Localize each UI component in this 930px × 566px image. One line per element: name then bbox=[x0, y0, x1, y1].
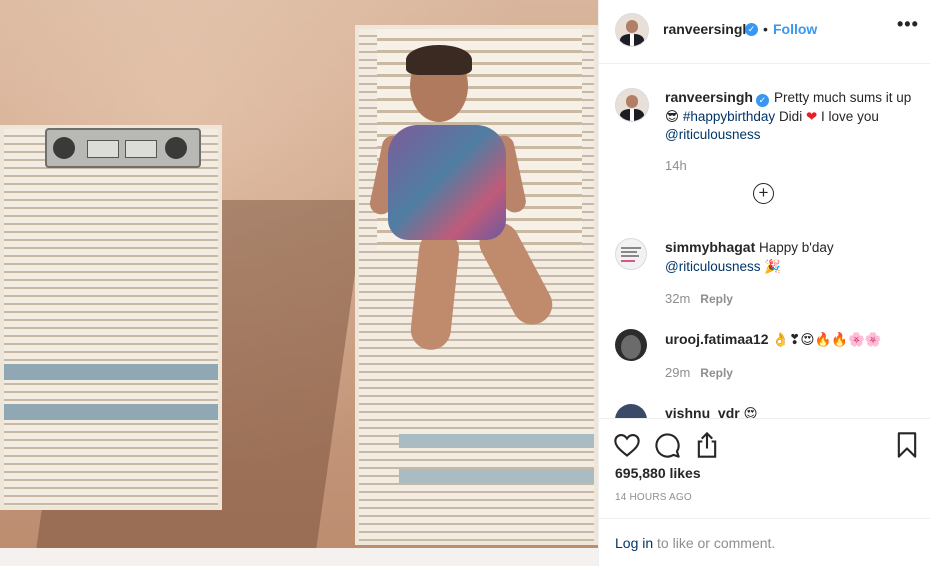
commenter-avatar[interactable] bbox=[615, 404, 647, 418]
avatar-shirt bbox=[630, 34, 634, 46]
comment-item: urooj.fatimaa12 👌❣😍🔥🔥🌸🌸 bbox=[665, 330, 915, 350]
likes-count[interactable]: 695,880 likes bbox=[615, 465, 701, 481]
save-bookmark-icon[interactable] bbox=[893, 431, 921, 459]
comment-item: vishnu_vdr 😍 bbox=[665, 404, 915, 418]
lounger-stripe bbox=[399, 434, 594, 448]
radio-cassette-player bbox=[45, 128, 201, 168]
comments-section[interactable]: ranveersingh ✓ Pretty much sums it up 😎 #h… bbox=[599, 64, 930, 418]
avatar-figure bbox=[621, 335, 641, 359]
author-avatar[interactable] bbox=[615, 13, 649, 47]
login-prompt: Log in to like or comment. bbox=[599, 518, 930, 566]
avatar-shirt bbox=[630, 109, 634, 121]
comment-username[interactable]: urooj.fatimaa12 bbox=[665, 331, 768, 347]
lounger-stripe bbox=[4, 364, 218, 380]
child-leg bbox=[408, 228, 462, 352]
caption-text-part: Didi bbox=[778, 108, 803, 124]
heart-emoji-icon: ❤ bbox=[805, 108, 818, 125]
verified-icon: ✓ bbox=[745, 23, 758, 36]
hashtag-link[interactable]: #happybirthday bbox=[683, 109, 775, 124]
photo-bottom-edge bbox=[0, 548, 598, 566]
action-bar: 695,880 likes 14 HOURS AGO bbox=[599, 418, 930, 518]
comment-icon[interactable] bbox=[653, 431, 681, 459]
avatar-line bbox=[621, 255, 639, 257]
child-figure bbox=[367, 45, 580, 352]
commenter-avatar[interactable] bbox=[615, 329, 647, 361]
radio-panel bbox=[87, 140, 119, 158]
caption-text: ranveersingh ✓ Pretty much sums it up 😎 #h… bbox=[665, 88, 915, 145]
comment-meta: 32m Reply bbox=[665, 291, 733, 306]
author-username[interactable]: ranveersingh bbox=[663, 21, 751, 37]
post-sidebar: ranveersingh ✓ • Follow ••• ranveersingh… bbox=[598, 0, 930, 566]
comment-timestamp[interactable]: 29m bbox=[665, 365, 690, 380]
login-prompt-text: to like or comment. bbox=[657, 535, 776, 551]
comment-text: Happy b'day bbox=[759, 240, 834, 255]
avatar-face bbox=[625, 94, 639, 108]
comment-username[interactable]: simmybhagat bbox=[665, 239, 755, 255]
separator-dot: • bbox=[763, 21, 768, 37]
caption-username[interactable]: ranveersingh bbox=[665, 89, 753, 105]
verified-icon: ✓ bbox=[755, 94, 769, 107]
like-heart-icon[interactable] bbox=[613, 431, 641, 459]
avatar-line bbox=[621, 251, 637, 253]
sunglasses-emoji-icon: 😎 bbox=[665, 108, 680, 125]
avatar-line bbox=[621, 260, 635, 262]
mention-link[interactable]: @riticulousness bbox=[665, 127, 761, 142]
avatar-face bbox=[625, 19, 639, 33]
child-swimsuit bbox=[388, 125, 506, 240]
radio-speaker bbox=[165, 137, 187, 159]
lounger-stripe bbox=[4, 404, 218, 420]
post-timestamp[interactable]: 14 HOURS AGO bbox=[615, 492, 692, 503]
more-options-icon[interactable]: ••• bbox=[897, 14, 919, 35]
commenter-avatar[interactable] bbox=[615, 238, 647, 270]
reply-button[interactable]: Reply bbox=[700, 366, 733, 380]
avatar-line bbox=[621, 247, 641, 249]
party-popper-emoji-icon: 🎉 bbox=[764, 258, 782, 275]
load-more-comments-icon[interactable]: + bbox=[753, 183, 774, 204]
radio-panel bbox=[125, 140, 157, 158]
caption-avatar[interactable] bbox=[615, 88, 649, 122]
caption-text-part: Pretty much sums it up bbox=[773, 90, 912, 105]
post-header: ranveersingh ✓ • Follow ••• bbox=[599, 0, 930, 64]
reply-button[interactable]: Reply bbox=[700, 292, 733, 306]
emoji-sequence-icon: 👌❣😍🔥🔥🌸🌸 bbox=[772, 332, 882, 348]
heart-eyes-emoji-icon: 😍 bbox=[743, 406, 758, 418]
login-prompt-line: Log in to like or comment. bbox=[615, 535, 775, 551]
comment-meta: 29m Reply bbox=[665, 365, 733, 380]
comment-timestamp[interactable]: 32m bbox=[665, 291, 690, 306]
child-hair bbox=[406, 45, 472, 75]
caption-text-part: I love you bbox=[821, 108, 879, 124]
left-lounger bbox=[0, 125, 222, 510]
share-icon[interactable] bbox=[693, 431, 721, 459]
follow-button[interactable]: Follow bbox=[773, 21, 817, 37]
lounger-stripe bbox=[399, 469, 594, 483]
mention-link[interactable]: @riticulousness bbox=[665, 259, 761, 274]
caption-timestamp[interactable]: 14h bbox=[665, 158, 687, 173]
post-photo[interactable] bbox=[0, 0, 598, 566]
radio-speaker bbox=[53, 137, 75, 159]
login-link[interactable]: Log in bbox=[615, 535, 653, 551]
comment-username[interactable]: vishnu_vdr bbox=[665, 405, 740, 418]
comment-item: simmybhagat Happy b'day @riticulousness … bbox=[665, 238, 915, 276]
